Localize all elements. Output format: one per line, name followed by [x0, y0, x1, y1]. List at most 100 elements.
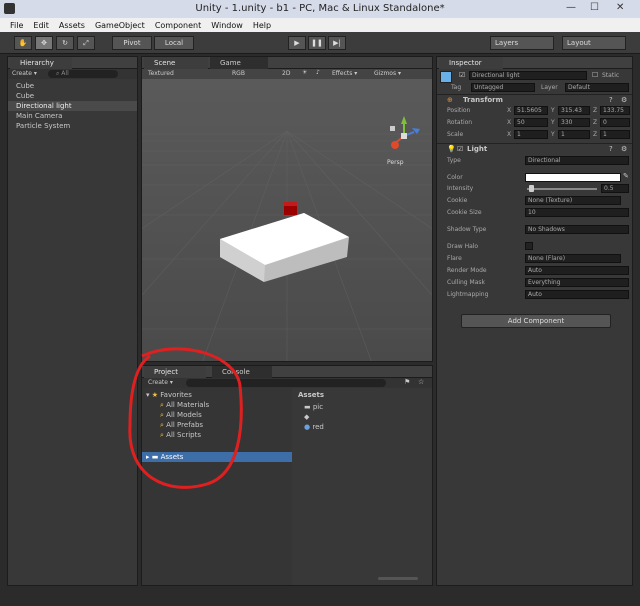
position-x[interactable]: 51.5605: [514, 106, 548, 115]
step-button[interactable]: ▶|: [328, 36, 346, 50]
asset-item[interactable]: ● red: [304, 422, 324, 432]
local-toggle[interactable]: Local: [154, 36, 194, 50]
project-panel: Project Console Create ▾ ⚑ ☆ ▾ ★ Favorit…: [128, 347, 433, 586]
scale-tool-button[interactable]: ⤢: [77, 36, 95, 50]
lightmapping-dropdown[interactable]: Auto: [525, 290, 629, 299]
tab-game[interactable]: Game: [210, 57, 268, 69]
tab-scene[interactable]: Scene: [144, 57, 208, 69]
layout-dropdown[interactable]: Layout: [562, 36, 626, 50]
hierarchy-item[interactable]: Cube: [16, 81, 34, 91]
light-header[interactable]: 💡 ☑ Light ? ⚙: [437, 143, 632, 154]
hierarchy-item[interactable]: Main Camera: [16, 111, 62, 121]
gameobject-icon: [440, 71, 452, 83]
layers-dropdown[interactable]: Layers: [490, 36, 554, 50]
hand-tool-button[interactable]: ✋: [14, 36, 32, 50]
star-icon[interactable]: ☆: [418, 378, 424, 386]
scale-y[interactable]: 1: [558, 130, 590, 139]
eyedropper-icon[interactable]: ✎: [623, 172, 629, 180]
draw-halo-label: Draw Halo: [447, 243, 479, 250]
light-title: Light: [467, 145, 488, 153]
shadow-type-dropdown[interactable]: No Shadows: [525, 225, 629, 234]
transform-header[interactable]: ⊕ Transform ? ⚙: [437, 94, 632, 105]
gear-icon[interactable]: ⚙: [621, 145, 627, 153]
hierarchy-item[interactable]: Particle System: [16, 121, 70, 131]
transform-icon: ⊕: [447, 96, 453, 104]
static-label: Static: [602, 72, 620, 79]
minimize-button[interactable]: —: [566, 2, 576, 13]
intensity-slider-thumb[interactable]: [529, 185, 534, 192]
menu-file[interactable]: File: [10, 21, 23, 30]
layer-dropdown[interactable]: Default: [565, 83, 629, 92]
audio-toggle-icon[interactable]: ♪: [316, 69, 320, 76]
add-component-button[interactable]: Add Component: [461, 314, 611, 328]
hierarchy-create-button[interactable]: Create ▾: [12, 70, 37, 77]
cookie-label: Cookie: [447, 197, 468, 204]
hierarchy-search-input[interactable]: ⌕ All: [48, 70, 118, 78]
menu-help[interactable]: Help: [253, 21, 271, 30]
icon-size-slider[interactable]: [378, 577, 418, 580]
annotation-circle: [128, 347, 243, 489]
intensity-slider[interactable]: [527, 188, 597, 190]
folder-icon: ▬: [304, 403, 311, 411]
position-z[interactable]: 133.75: [600, 106, 630, 115]
shading-mode-dropdown[interactable]: Textured: [148, 70, 174, 77]
play-button[interactable]: ▶: [288, 36, 306, 50]
pivot-toggle[interactable]: Pivot: [112, 36, 152, 50]
window-title: Unity - 1.unity - b1 - PC, Mac & Linux S…: [195, 3, 445, 14]
2d-toggle[interactable]: 2D: [282, 70, 290, 77]
rotation-x[interactable]: 50: [514, 118, 548, 127]
filter-icon[interactable]: ⚑: [404, 378, 410, 386]
light-type-dropdown[interactable]: Directional: [525, 156, 629, 165]
draw-halo-checkbox[interactable]: [525, 242, 533, 250]
scene-viewport[interactable]: Persp: [142, 79, 432, 362]
intensity-field[interactable]: 0.5: [601, 184, 629, 193]
gear-icon[interactable]: ⚙: [621, 96, 627, 104]
light-color-swatch[interactable]: [525, 173, 621, 182]
tag-label: Tag: [451, 84, 462, 91]
object-name-field[interactable]: Directional light: [469, 71, 587, 80]
assets-breadcrumb: Assets: [298, 391, 325, 399]
rotation-y[interactable]: 330: [558, 118, 590, 127]
menu-edit[interactable]: Edit: [33, 21, 49, 30]
close-button[interactable]: ✕: [616, 2, 624, 13]
tab-inspector[interactable]: Inspector: [439, 57, 503, 69]
position-y[interactable]: 315.43: [558, 106, 590, 115]
render-mode-label: Render Mode: [447, 267, 487, 274]
menu-assets[interactable]: Assets: [59, 21, 85, 30]
static-checkbox[interactable]: ☐: [592, 71, 598, 79]
gizmos-dropdown[interactable]: Gizmos ▾: [374, 70, 401, 77]
search-icon: ⌕: [56, 70, 60, 77]
menu-window[interactable]: Window: [211, 21, 243, 30]
lighting-toggle-icon[interactable]: ☀: [302, 69, 307, 76]
render-mode-dropdown[interactable]: Auto: [525, 266, 629, 275]
tab-hierarchy[interactable]: Hierarchy: [10, 57, 72, 69]
scale-z[interactable]: 1: [600, 130, 630, 139]
render-mode-dropdown[interactable]: RGB: [232, 70, 245, 77]
culling-mask-dropdown[interactable]: Everything: [525, 278, 629, 287]
move-tool-button[interactable]: ✥: [35, 36, 53, 50]
asset-item[interactable]: ◆: [304, 412, 309, 422]
inspector-panel: Inspector ☑ Directional light ☐ Static T…: [436, 56, 633, 586]
shadow-type-label: Shadow Type: [447, 226, 487, 233]
menu-gameobject[interactable]: GameObject: [95, 21, 145, 30]
rotation-z[interactable]: 0: [600, 118, 630, 127]
menu-component[interactable]: Component: [155, 21, 201, 30]
maximize-button[interactable]: ☐: [590, 2, 599, 13]
cookie-field[interactable]: None (Texture): [525, 196, 621, 205]
perspective-label[interactable]: Persp: [387, 159, 404, 166]
rotate-tool-button[interactable]: ↻: [56, 36, 74, 50]
hierarchy-item-selected[interactable]: Directional light: [8, 101, 137, 111]
asset-item[interactable]: ▬ pic: [304, 402, 323, 412]
pause-button[interactable]: ❚❚: [308, 36, 326, 50]
cookie-size-field[interactable]: 10: [525, 208, 629, 217]
help-icon[interactable]: ?: [609, 145, 613, 153]
tag-dropdown[interactable]: Untagged: [471, 83, 535, 92]
effects-dropdown[interactable]: Effects ▾: [332, 70, 357, 77]
active-checkbox[interactable]: ☑: [459, 71, 465, 79]
help-icon[interactable]: ?: [609, 96, 613, 104]
flare-field[interactable]: None (Flare): [525, 254, 621, 263]
project-asset-list: Assets ▬ pic ◆ ● red: [294, 388, 432, 585]
scale-x[interactable]: 1: [514, 130, 548, 139]
light-enabled-checkbox[interactable]: ☑: [457, 145, 463, 153]
hierarchy-item[interactable]: Cube: [16, 91, 34, 101]
